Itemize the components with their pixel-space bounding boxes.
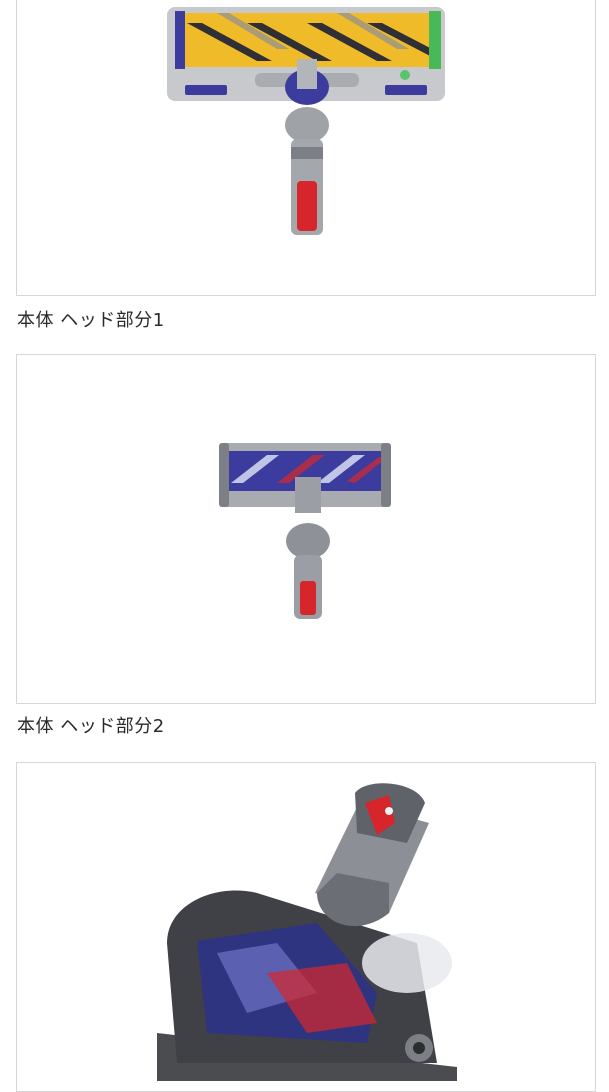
product-image-frame-2[interactable] [16,354,596,704]
head-image-2 [219,443,391,619]
head-image-3 [157,783,457,1081]
image-caption-1: 本体 ヘッド部分1 [17,310,165,331]
product-image-frame-1[interactable] [16,0,596,296]
head-image-1 [167,7,445,235]
product-image-frame-3[interactable] [16,762,596,1092]
image-caption-2: 本体 ヘッド部分2 [17,716,165,737]
